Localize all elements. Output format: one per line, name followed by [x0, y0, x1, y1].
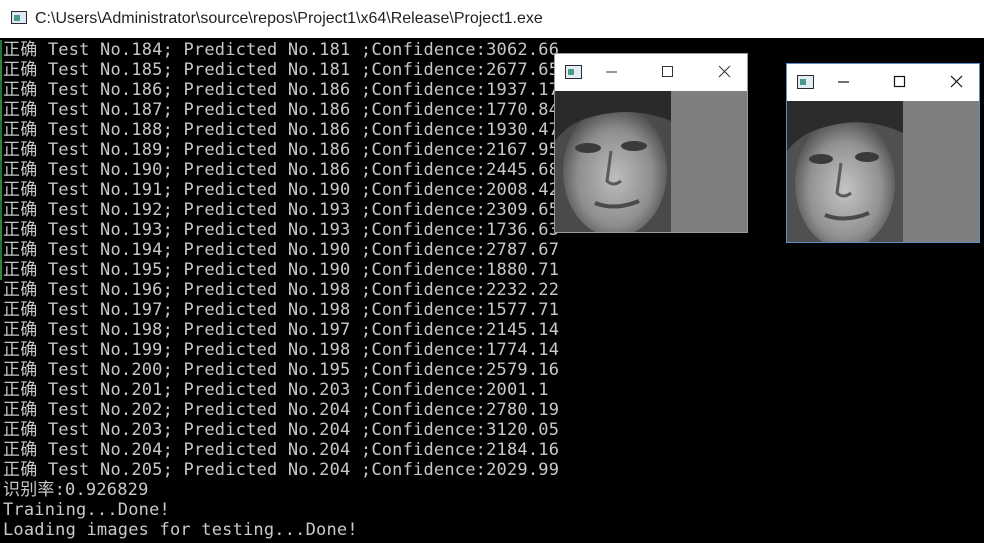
line-marker	[0, 260, 2, 280]
image-window-1-title-bar[interactable]	[555, 54, 747, 90]
console-line: 正确 Test No.187; Predicted No.186 ;Confid…	[3, 100, 560, 120]
image-window-2[interactable]	[786, 63, 980, 243]
line-marker	[0, 140, 2, 160]
console-line: 正确 Test No.202; Predicted No.204 ;Confid…	[3, 400, 560, 420]
image-window-icon	[797, 75, 814, 89]
face-image-1	[555, 91, 671, 232]
console-line: 正确 Test No.203; Predicted No.204 ;Confid…	[3, 420, 560, 440]
console-line: 正确 Test No.198; Predicted No.197 ;Confid…	[3, 320, 560, 340]
image-window-1[interactable]	[554, 53, 748, 233]
console-line: 正确 Test No.191; Predicted No.190 ;Confid…	[3, 180, 560, 200]
line-marker	[0, 220, 2, 240]
console-line: 正确 Test No.199; Predicted No.198 ;Confid…	[3, 340, 560, 360]
console-app-icon	[11, 11, 27, 24]
face-image-2	[787, 101, 903, 242]
line-marker	[0, 60, 2, 80]
image-display-2	[787, 101, 979, 242]
console-line: 正确 Test No.193; Predicted No.193 ;Confid…	[3, 220, 560, 240]
console-line: 正确 Test No.186; Predicted No.186 ;Confid…	[3, 80, 560, 100]
image-display-1	[555, 91, 747, 232]
console-line: 正确 Test No.192; Predicted No.193 ;Confid…	[3, 200, 560, 220]
console-line: 正确 Test No.194; Predicted No.190 ;Confid…	[3, 240, 560, 260]
line-marker	[0, 40, 2, 60]
close-icon	[718, 65, 731, 78]
maximize-button[interactable]	[645, 54, 691, 90]
close-button[interactable]	[934, 64, 980, 100]
console-line: 正确 Test No.188; Predicted No.186 ;Confid…	[3, 120, 560, 140]
console-title-bar[interactable]: C:\Users\Administrator\source\repos\Proj…	[0, 0, 984, 38]
minimize-button[interactable]	[821, 64, 867, 100]
line-marker	[0, 200, 2, 220]
console-line: 正确 Test No.205; Predicted No.204 ;Confid…	[3, 460, 560, 480]
image-window-icon	[565, 65, 582, 79]
maximize-icon	[662, 66, 673, 77]
minimize-icon	[838, 81, 849, 83]
console-line: 正确 Test No.195; Predicted No.190 ;Confid…	[3, 260, 560, 280]
line-marker	[0, 240, 2, 260]
line-marker	[0, 80, 2, 100]
maximize-button[interactable]	[877, 64, 923, 100]
console-line: 正确 Test No.200; Predicted No.195 ;Confid…	[3, 360, 560, 380]
console-line: 识别率:0.926829	[3, 480, 149, 500]
line-marker	[0, 100, 2, 120]
console-line: 正确 Test No.184; Predicted No.181 ;Confid…	[3, 40, 560, 60]
console-line: Training...Done!	[3, 500, 170, 520]
line-marker	[0, 160, 2, 180]
minimize-icon	[606, 71, 617, 73]
console-line: 正确 Test No.197; Predicted No.198 ;Confid…	[3, 300, 560, 320]
line-marker	[0, 180, 2, 200]
console-window-title: C:\Users\Administrator\source\repos\Proj…	[35, 10, 543, 27]
image-window-2-title-bar[interactable]	[787, 64, 979, 100]
minimize-button[interactable]	[589, 54, 635, 90]
console-line: 正确 Test No.204; Predicted No.204 ;Confid…	[3, 440, 560, 460]
console-line: Loading images for testing...Done!	[3, 520, 358, 540]
maximize-icon	[893, 75, 906, 88]
close-icon	[950, 75, 963, 88]
console-line: 正确 Test No.201; Predicted No.203 ;Confid…	[3, 380, 549, 400]
console-line: 正确 Test No.196; Predicted No.198 ;Confid…	[3, 280, 560, 300]
line-marker	[0, 120, 2, 140]
console-line: 正确 Test No.185; Predicted No.181 ;Confid…	[3, 60, 560, 80]
console-line: 正确 Test No.190; Predicted No.186 ;Confid…	[3, 160, 560, 180]
close-button[interactable]	[702, 54, 748, 90]
console-line: 正确 Test No.189; Predicted No.186 ;Confid…	[3, 140, 560, 160]
